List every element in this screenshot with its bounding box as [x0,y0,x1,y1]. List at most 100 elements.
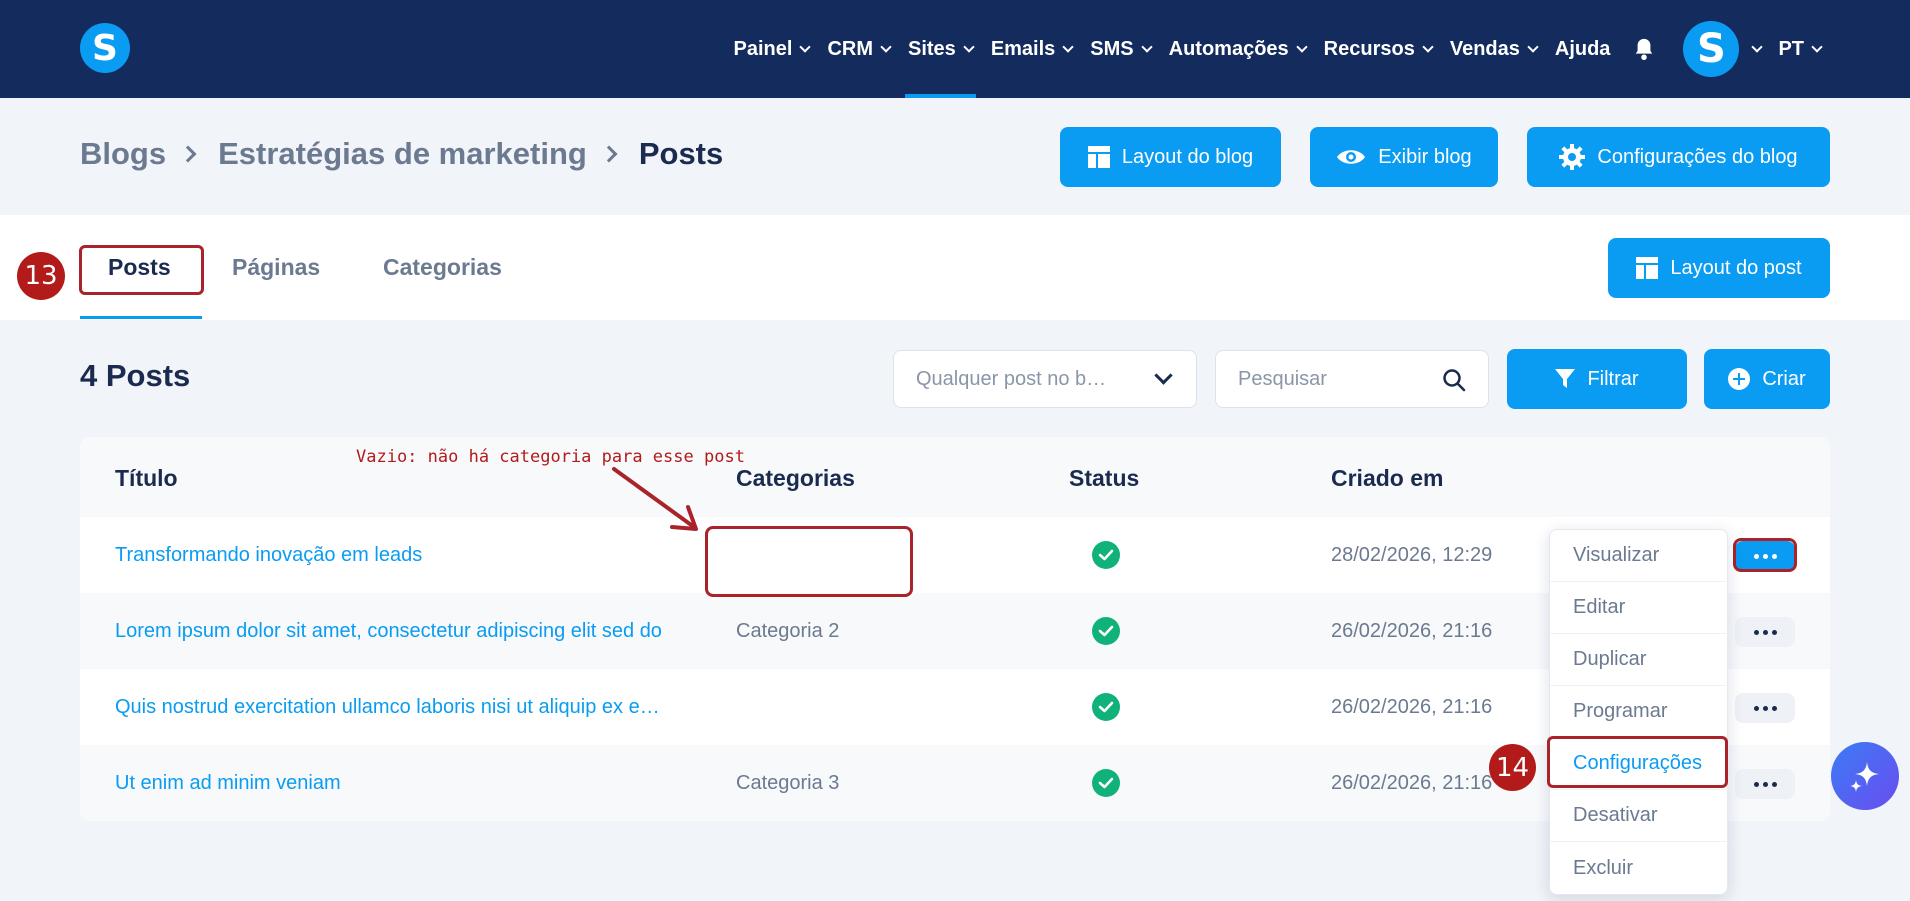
create-label: Criar [1762,367,1806,390]
post-title-link[interactable]: Ut enim ad minim veniam [115,772,685,795]
nav-item-label: SMS [1090,37,1134,60]
chevron-down-icon [1527,40,1539,53]
breadcrumb-blog-name[interactable]: Estratégias de marketing [218,136,587,172]
post-scope-select[interactable]: Qualquer post no b… [893,350,1197,408]
more-icon-dot [1753,629,1759,635]
table-header: Título Categorias Status Criado em [80,437,1830,517]
gear-icon [1559,144,1586,170]
more-icon-dot [1753,705,1759,711]
nav-item-label: Automações [1168,37,1289,60]
annotation-note: Vazio: não há categoria para esse post [356,447,745,467]
eye-icon [1337,150,1366,164]
annotation-badge-label: 14 [1495,752,1530,783]
status-published-icon [1092,617,1120,645]
check-icon [1098,549,1114,561]
more-icon-dot [1771,705,1777,711]
filter-label: Filtrar [1587,367,1639,390]
nav-item-ajuda[interactable]: Ajuda [1546,0,1620,98]
post-category: Categoria 3 [736,772,840,794]
annotation-badge-14: 14 [1489,744,1536,791]
status-published-icon [1092,769,1120,797]
tab-pages-label: Páginas [232,254,321,280]
nav-item-label: Sites [908,37,956,60]
view-blog-label: Exibir blog [1378,145,1472,168]
row-actions-button[interactable] [1735,769,1795,799]
column-header-status[interactable]: Status [1069,465,1139,492]
layout-blog-button[interactable]: Layout do blog [1060,127,1281,187]
breadcrumb-blogs[interactable]: Blogs [80,136,166,172]
nav-item-recursos[interactable]: Recursos [1315,0,1441,98]
post-created-date: 26/02/2026, 21:16 [1331,772,1493,794]
tab-pages[interactable]: Páginas [232,215,320,320]
menu-item-duplicar[interactable]: Duplicar [1550,634,1729,686]
menu-item-programar[interactable]: Programar [1550,686,1729,738]
brand-logo[interactable]: S [80,23,130,73]
more-icon-dot [1771,781,1777,787]
more-icon-dot [1753,781,1759,787]
layout-blog-label: Layout do blog [1121,145,1254,168]
post-created-date: 28/02/2026, 12:29 [1331,544,1493,566]
check-icon [1098,777,1114,789]
post-title-link[interactable]: Transformando inovação em leads [115,544,685,567]
chevron-down-icon [1154,366,1173,385]
chevron-down-icon [1811,40,1823,53]
nav-item-vendas[interactable]: Vendas [1441,0,1546,98]
create-button[interactable]: Criar [1704,349,1830,409]
column-header-created[interactable]: Criado em [1331,465,1443,492]
chevron-down-icon [1751,40,1764,53]
post-created-date: 26/02/2026, 21:16 [1331,620,1493,642]
annotation-badge-label: 13 [24,261,58,291]
column-header-categories[interactable]: Categorias [736,465,855,492]
chevron-down-icon [1062,40,1074,53]
breadcrumb: Blogs Estratégias de marketing Posts [80,136,723,172]
check-icon [1098,701,1114,713]
menu-item-desativar[interactable]: Desativar [1550,790,1729,842]
row-actions-button[interactable] [1735,617,1795,647]
nav-item-label: Painel [733,37,793,60]
row-actions-button[interactable] [1735,693,1795,723]
nav-item-label: Ajuda [1554,37,1611,60]
posts-count-title: 4 Posts [80,358,191,393]
post-category: Categoria 2 [736,620,840,642]
annotation-box-empty-category [705,526,913,597]
menu-item-excluir[interactable]: Excluir [1550,842,1729,894]
top-navbar: S Painel CRM Sites Emails SMS Automações… [0,0,1910,98]
filter-button[interactable]: Filtrar [1507,349,1687,409]
language-label: PT [1778,37,1804,60]
more-icon-dot [1771,629,1777,635]
nav-item-emails[interactable]: Emails [982,0,1081,98]
filter-icon [1555,369,1576,388]
chevron-right-icon [179,145,197,163]
layout-post-button[interactable]: Layout do post [1608,238,1830,298]
nav-item-automacoes[interactable]: Automações [1160,0,1315,98]
nav-item-crm[interactable]: CRM [818,0,899,98]
nav-item-sites[interactable]: Sites [899,0,982,98]
avatar[interactable]: S [1683,21,1740,77]
nav-item-sms[interactable]: SMS [1081,0,1159,98]
chevron-down-icon [1422,40,1434,53]
layout-icon [1087,146,1110,168]
nav-item-painel[interactable]: Painel [725,0,819,98]
annotation-arrow-icon [612,467,698,531]
blog-settings-button[interactable]: Configurações do blog [1527,127,1830,187]
chevron-down-icon [1296,40,1308,53]
language-selector[interactable]: PT [1769,0,1830,98]
annotation-box-row-actions [1733,538,1797,572]
view-blog-button[interactable]: Exibir blog [1310,127,1498,187]
plus-circle-icon [1728,368,1751,390]
nav-item-label: CRM [827,37,873,60]
search-placeholder: Pesquisar [1238,367,1327,390]
nav-item-label: Recursos [1323,37,1415,60]
assistant-fab[interactable] [1831,742,1899,810]
menu-item-editar[interactable]: Editar [1550,582,1729,634]
nav-item-label: Vendas [1449,37,1520,60]
post-title-link[interactable]: Quis nostrud exercitation ullamco labori… [115,696,685,719]
search-input[interactable]: Pesquisar [1215,350,1489,408]
menu-item-visualizar[interactable]: Visualizar [1550,530,1729,582]
column-header-title[interactable]: Título [115,465,178,492]
tab-categories[interactable]: Categorias [383,215,502,320]
bell-icon[interactable] [1633,37,1655,61]
post-title-link[interactable]: Lorem ipsum dolor sit amet, consectetur … [115,620,685,643]
active-tab-indicator [80,316,202,319]
user-menu[interactable]: S [1675,0,1769,98]
